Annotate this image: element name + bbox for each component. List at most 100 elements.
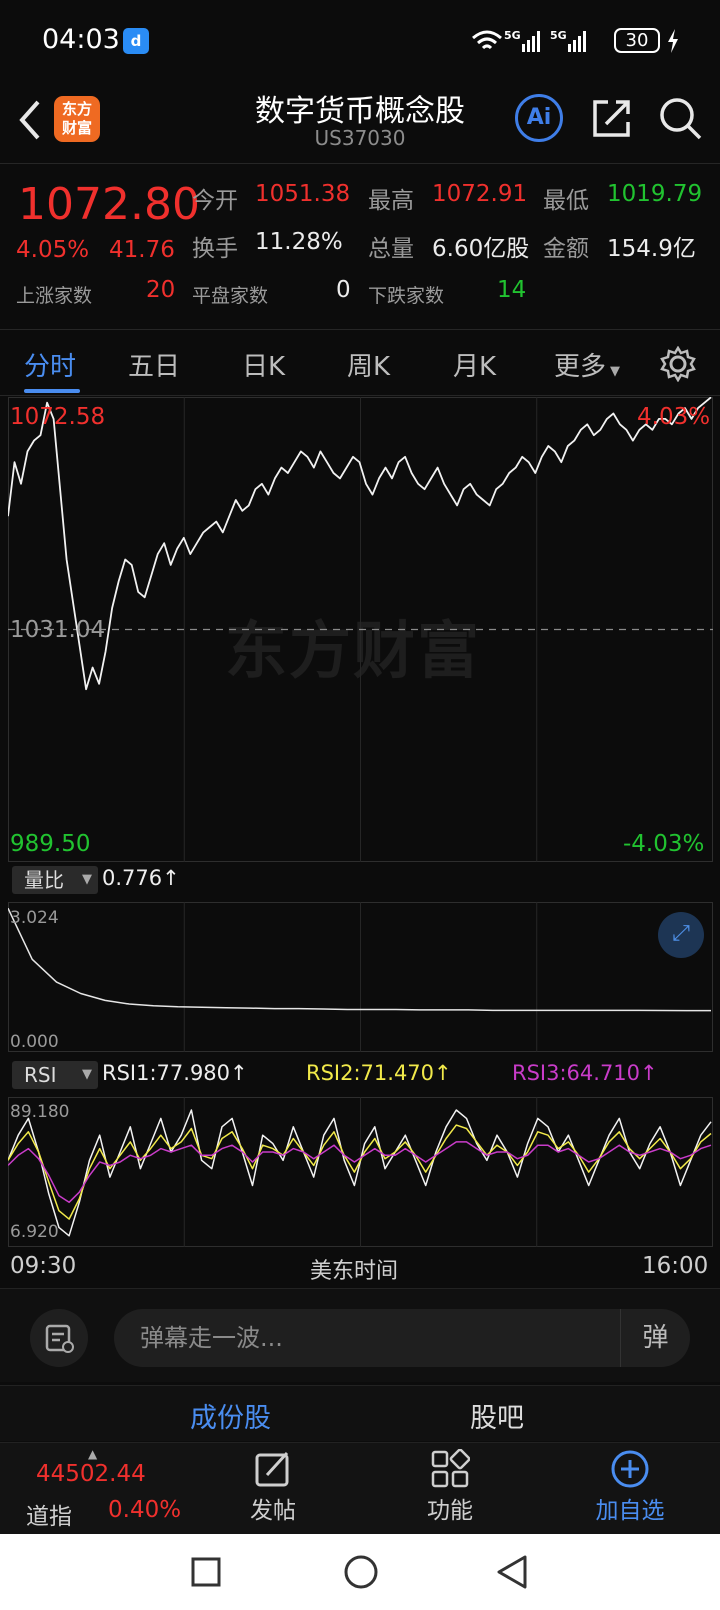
flat-count: 0 bbox=[336, 277, 351, 303]
volume-ratio-line bbox=[8, 907, 711, 1012]
low-value: 1019.79 bbox=[607, 181, 703, 207]
rsi-chart bbox=[8, 1097, 712, 1247]
add-circle-icon bbox=[611, 1450, 649, 1488]
chevron-down-icon: ▼ bbox=[610, 364, 621, 379]
turnover-value: 11.28% bbox=[255, 229, 343, 255]
functions-label: 功能 bbox=[427, 1498, 473, 1524]
up-arrow-icon: ↑ bbox=[434, 1061, 452, 1085]
battery-icon: 30 bbox=[614, 28, 660, 53]
up-arrow-icon: ↑ bbox=[230, 1061, 248, 1085]
rsi2-line bbox=[8, 1124, 712, 1220]
recent-apps-icon[interactable] bbox=[190, 1556, 222, 1588]
vr-max-label: 3.024 bbox=[10, 908, 59, 928]
tab-intraday[interactable]: 分时 bbox=[24, 346, 76, 383]
tab-daily-k[interactable]: 日K bbox=[242, 346, 285, 383]
dow-index-pct[interactable]: 0.40% bbox=[108, 1497, 181, 1523]
app-notification-icon: d bbox=[123, 28, 149, 54]
tab-forum[interactable]: 股吧 bbox=[470, 1396, 524, 1435]
svg-text:5G: 5G bbox=[504, 29, 521, 42]
time-zone-label: 美东时间 bbox=[310, 1259, 399, 1284]
rsi3-value: RSI3:64.710 bbox=[512, 1061, 641, 1085]
up-count: 20 bbox=[146, 277, 176, 303]
rsi1-line bbox=[8, 1109, 712, 1237]
tab-monthly-k[interactable]: 月K bbox=[453, 346, 496, 383]
vr-min-label: 0.000 bbox=[10, 1032, 59, 1052]
volume-ratio-chart bbox=[8, 902, 711, 1052]
time-start: 09:30 bbox=[10, 1253, 77, 1279]
indicator-select-volume-ratio[interactable]: 量比 ▼ bbox=[12, 866, 98, 894]
dow-index-value[interactable]: 44502.44 bbox=[36, 1461, 146, 1487]
settings-gear-icon[interactable] bbox=[660, 346, 696, 382]
high-label: 最高 bbox=[368, 188, 414, 214]
status-bar: 04:03 d 5G 5G 30 bbox=[0, 0, 720, 80]
add-watchlist-label: 加自选 bbox=[595, 1498, 665, 1524]
ai-button[interactable]: Ai bbox=[515, 94, 563, 142]
active-tab-indicator bbox=[24, 389, 80, 393]
amount-label: 金额 bbox=[543, 236, 589, 262]
share-icon[interactable] bbox=[590, 96, 634, 140]
rsi3-readout: RSI3:64.710↑ bbox=[512, 1061, 658, 1085]
search-icon[interactable] bbox=[658, 96, 704, 142]
tab-weekly-k[interactable]: 周K bbox=[347, 346, 390, 383]
low-label: 最低 bbox=[543, 188, 589, 214]
rsi2-readout: RSI2:71.470↑ bbox=[306, 1061, 452, 1085]
svg-text:5G: 5G bbox=[550, 29, 567, 42]
price-max-label: 1072.58 bbox=[10, 404, 106, 430]
signal-2-icon: 5G bbox=[550, 29, 586, 52]
pct-min-label: -4.03% bbox=[623, 831, 705, 857]
tab-more-label: 更多 bbox=[554, 352, 607, 382]
change-pct: 4.05% bbox=[16, 237, 90, 263]
comment-bar: 弹幕走一波... 弹 bbox=[0, 1288, 720, 1382]
rsi-min-label: 6.920 bbox=[10, 1222, 59, 1242]
price-line bbox=[8, 397, 712, 691]
down-count-label: 下跌家数 bbox=[368, 285, 445, 307]
amount-value: 154.9亿 bbox=[607, 236, 696, 262]
status-time: 04:03 bbox=[42, 24, 120, 55]
open-label: 今开 bbox=[192, 188, 238, 214]
rsi2-value: RSI2:71.470 bbox=[306, 1061, 435, 1085]
indicator-select-rsi[interactable]: RSI ▼ bbox=[12, 1061, 98, 1089]
back-nav-icon[interactable] bbox=[495, 1554, 529, 1590]
rsi3-line bbox=[8, 1141, 712, 1204]
post-button[interactable]: 发帖 bbox=[213, 1449, 333, 1525]
danmaku-input[interactable]: 弹幕走一波... 弹 bbox=[114, 1309, 690, 1367]
volume-ratio-readout: 0.776↑ bbox=[102, 866, 180, 890]
expand-icon[interactable]: ⤢ bbox=[658, 912, 704, 958]
system-navigation-bar bbox=[0, 1534, 720, 1610]
intraday-chart[interactable] bbox=[8, 397, 713, 862]
danmaku-toggle-button[interactable]: 弹 bbox=[620, 1309, 690, 1367]
tab-components[interactable]: 成份股 bbox=[190, 1396, 271, 1435]
turnover-label: 换手 bbox=[192, 236, 238, 262]
rsi-max-label: 89.180 bbox=[10, 1102, 70, 1122]
rsi1-value: RSI1:77.980 bbox=[102, 1061, 231, 1085]
post-label: 发帖 bbox=[250, 1498, 296, 1524]
caret-down-icon: ▼ bbox=[82, 872, 92, 887]
up-count-label: 上涨家数 bbox=[16, 285, 93, 307]
edit-icon bbox=[255, 1451, 289, 1487]
tab-five-day[interactable]: 五日 bbox=[128, 346, 180, 383]
charging-icon bbox=[668, 29, 678, 53]
time-end: 16:00 bbox=[642, 1253, 709, 1279]
up-arrow-icon: ↑ bbox=[162, 866, 180, 890]
wifi-icon bbox=[472, 30, 502, 50]
volume-ratio-value: 0.776 bbox=[102, 866, 163, 890]
caret-up-icon: ▲ bbox=[88, 1447, 98, 1461]
quote-panel: 1072.80 4.05% 41.76 今开 1051.38 最高 1072.9… bbox=[0, 165, 720, 330]
dow-index-name[interactable]: 道指 bbox=[26, 1497, 72, 1531]
current-price: 1072.80 bbox=[18, 179, 200, 230]
content-tabs: 成份股 股吧 bbox=[0, 1385, 720, 1441]
nav-header: 东方 财富 数字货币概念股 US37030 Ai bbox=[0, 80, 720, 164]
home-icon[interactable] bbox=[343, 1554, 379, 1590]
danmaku-settings-icon[interactable] bbox=[30, 1309, 88, 1367]
caret-down-icon: ▼ bbox=[82, 1067, 92, 1082]
volume-ratio-label: 量比 bbox=[24, 868, 64, 892]
functions-button[interactable]: 功能 bbox=[390, 1449, 510, 1525]
volume-label: 总量 bbox=[368, 236, 414, 262]
volume-value: 6.60亿股 bbox=[432, 236, 530, 262]
rsi-label: RSI bbox=[24, 1063, 57, 1087]
period-tabs: 分时 五日 日K 周K 月K 更多 ▼ bbox=[0, 332, 720, 396]
add-watchlist-button[interactable]: 加自选 bbox=[570, 1449, 690, 1525]
price-min-label: 989.50 bbox=[10, 831, 91, 857]
open-value: 1051.38 bbox=[255, 181, 351, 207]
tab-more[interactable]: 更多 ▼ bbox=[554, 346, 620, 383]
